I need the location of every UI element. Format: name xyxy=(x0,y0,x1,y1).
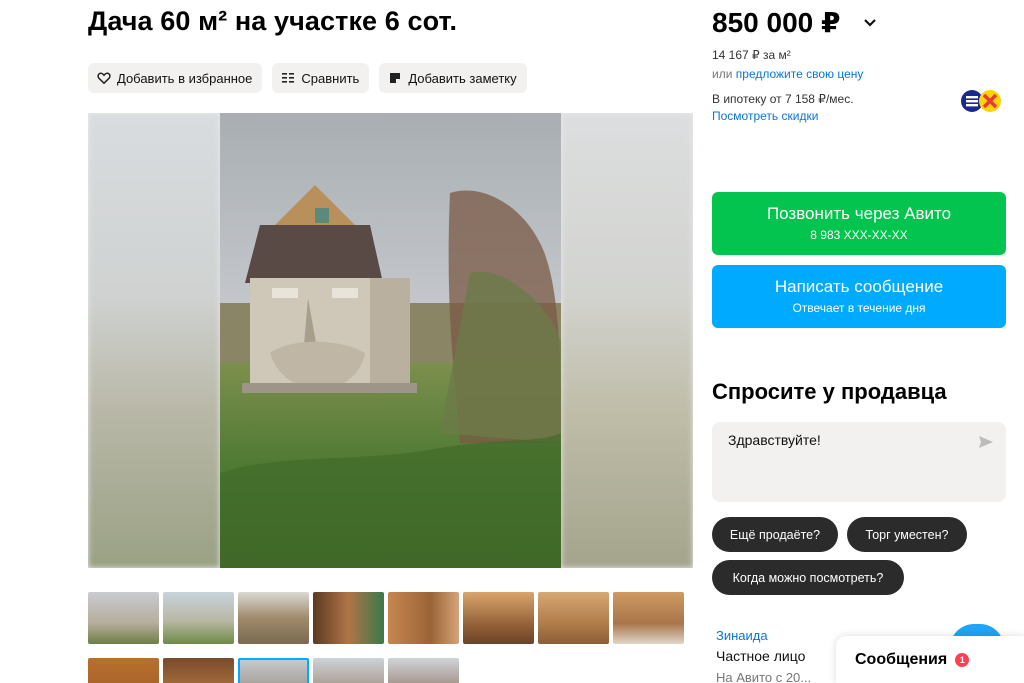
chip-bargain[interactable]: Торг уместен? xyxy=(847,517,967,552)
send-icon[interactable] xyxy=(978,434,994,450)
thumbnail-11[interactable] xyxy=(238,658,309,683)
offer-price-link[interactable]: предложите свою цену xyxy=(736,67,864,81)
mortgage-info: В ипотеку от 7 158 ₽/мес. xyxy=(712,92,854,106)
write-message-button[interactable]: Написать сообщение Отвечает в течение дн… xyxy=(712,265,1006,328)
messages-tab[interactable]: Сообщения 1 xyxy=(836,636,1024,683)
thumbnail-6[interactable] xyxy=(463,592,534,644)
photo-gallery[interactable] xyxy=(88,113,693,568)
thumbnail-13[interactable] xyxy=(388,658,459,683)
ask-seller-title: Спросите у продавца xyxy=(712,379,947,404)
thumbnail-4[interactable] xyxy=(313,592,384,644)
compare-label: Сравнить xyxy=(301,70,360,86)
thumbnail-7[interactable] xyxy=(538,592,609,644)
call-phone: 8 983 XXX-XX-XX xyxy=(810,228,908,242)
thumbnail-1[interactable] xyxy=(88,592,159,644)
bank-logo-icon xyxy=(960,89,1006,113)
compare-button[interactable]: Сравнить xyxy=(272,63,370,93)
thumbnail-3[interactable] xyxy=(238,592,309,644)
price-per-m2: 14 167 ₽ за м² xyxy=(712,48,791,62)
ask-seller-input-value: Здравствуйте! xyxy=(728,432,821,448)
chip-viewing-time[interactable]: Когда можно посмотреть? xyxy=(712,560,904,595)
main-photo[interactable] xyxy=(220,113,561,568)
thumbnail-9[interactable] xyxy=(88,658,159,683)
compare-icon xyxy=(281,71,295,85)
seller-extra: На Авито с 20... xyxy=(716,670,812,683)
listing-title: Дача 60 м² на участке 6 сот. xyxy=(88,6,458,36)
seller-name[interactable]: Зинаида xyxy=(716,628,768,643)
offer-prefix: или xyxy=(712,67,733,81)
messages-label: Сообщения xyxy=(855,650,948,668)
chip-still-selling[interactable]: Ещё продаёте? xyxy=(712,517,838,552)
thumbnail-12[interactable] xyxy=(313,658,384,683)
call-via-avito-button[interactable]: Позвонить через Авито 8 983 XXX-XX-XX xyxy=(712,192,1006,255)
note-icon xyxy=(388,71,402,85)
thumbnail-5[interactable] xyxy=(388,592,459,644)
ask-seller-input[interactable]: Здравствуйте! xyxy=(712,422,1006,502)
messages-badge: 1 xyxy=(955,652,970,667)
add-to-favorites-button[interactable]: Добавить в избранное xyxy=(88,63,263,93)
listing-actions: Добавить в избранное Сравнить Добавить з… xyxy=(88,63,527,93)
add-note-button[interactable]: Добавить заметку xyxy=(379,63,527,93)
add-note-label: Добавить заметку xyxy=(408,70,517,86)
add-to-favorites-label: Добавить в избранное xyxy=(117,70,253,86)
seller-type: Частное лицо xyxy=(716,648,806,664)
heart-icon xyxy=(97,71,111,85)
gallery-blur-left xyxy=(88,113,220,568)
call-label: Позвонить через Авито xyxy=(766,204,952,223)
chevron-down-icon[interactable] xyxy=(862,14,878,30)
thumbnail-8[interactable] xyxy=(613,592,684,644)
thumbnail-10[interactable] xyxy=(163,658,234,683)
discounts-link[interactable]: Посмотреть скидки xyxy=(712,109,818,123)
price-offer: или предложите свою цену xyxy=(712,67,863,81)
gallery-blur-right xyxy=(561,113,693,568)
price: 850 000 ₽ xyxy=(712,7,841,38)
message-response-time: Отвечает в течение дня xyxy=(792,301,926,315)
message-label: Написать сообщение xyxy=(774,277,944,296)
thumbnail-2[interactable] xyxy=(163,592,234,644)
